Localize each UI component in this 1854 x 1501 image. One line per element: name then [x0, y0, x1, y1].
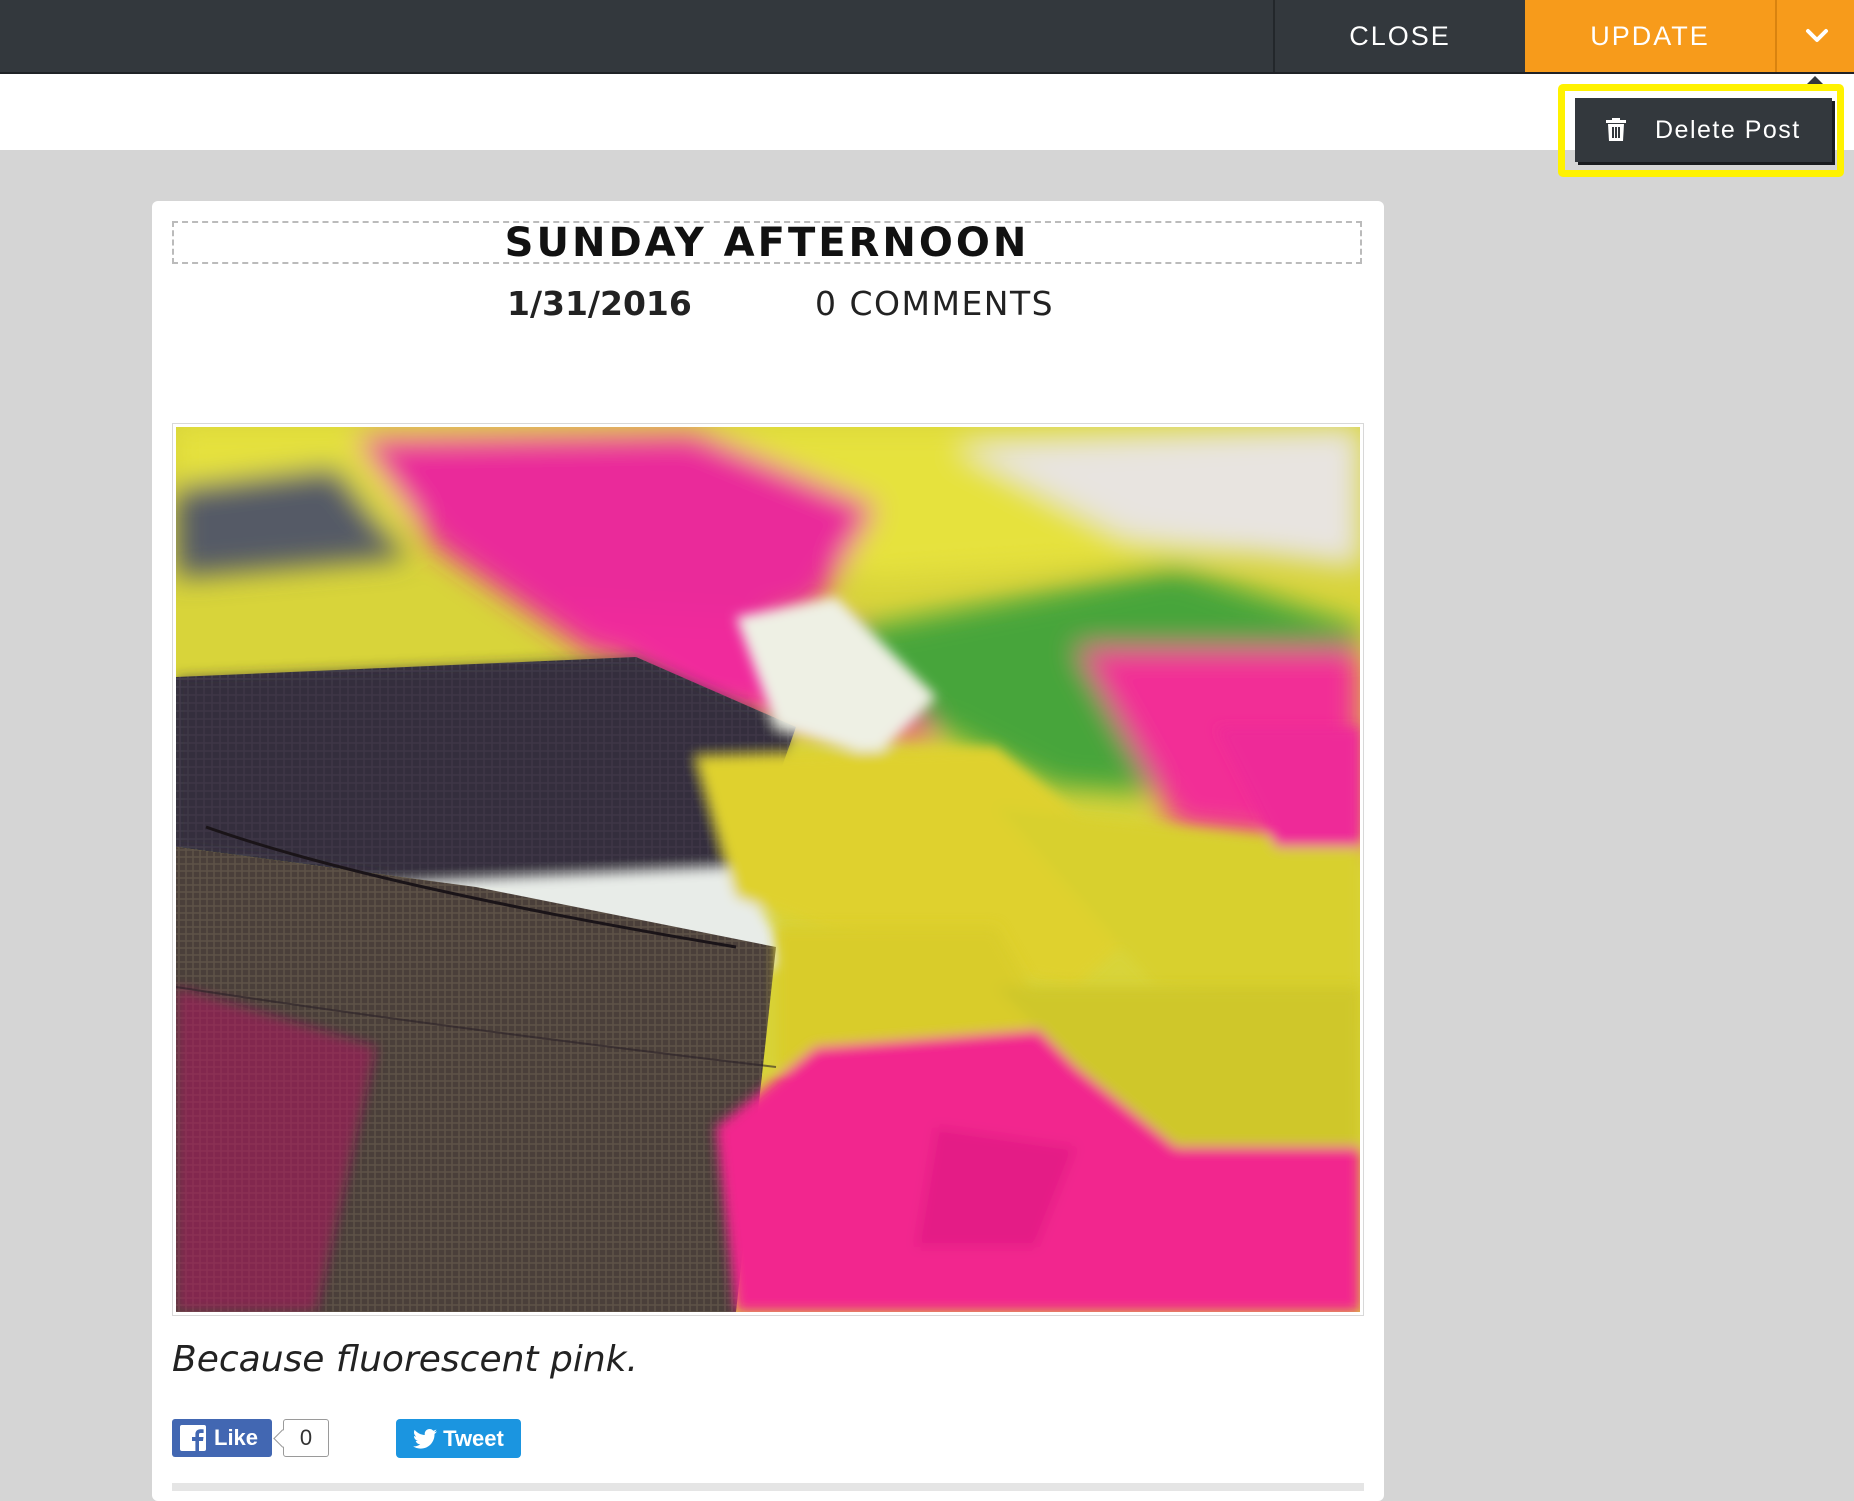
facebook-like-label: Like — [214, 1425, 259, 1450]
delete-post-button[interactable]: Delete Post — [1575, 98, 1832, 162]
post-image[interactable] — [172, 423, 1364, 1316]
post-title-editable[interactable]: SUNDAY AFTERNOON — [172, 221, 1362, 264]
facebook-like-count: 0 — [283, 1419, 329, 1457]
facebook-icon — [180, 1425, 206, 1451]
chevron-down-icon — [1805, 29, 1828, 42]
facebook-like-button[interactable]: Like — [172, 1419, 272, 1457]
top-toolbar: CLOSE UPDATE — [0, 0, 1854, 74]
trash-icon — [1605, 118, 1627, 142]
close-button[interactable]: CLOSE — [1273, 0, 1525, 72]
blog-post-card: SUNDAY AFTERNOON 1/31/2016 0 COMMENTS Be… — [152, 201, 1384, 1501]
delete-post-label: Delete Post — [1655, 115, 1801, 144]
image-caption: Because fluorescent pink. — [172, 1339, 638, 1380]
post-comments-link[interactable]: 0 COMMENTS — [815, 284, 1054, 323]
post-date: 1/31/2016 — [507, 284, 692, 323]
post-title: SUNDAY AFTERNOON — [504, 219, 1030, 266]
update-button[interactable]: UPDATE — [1525, 0, 1775, 72]
abstract-paint-photo — [176, 427, 1360, 1312]
tweet-button[interactable]: Tweet — [396, 1419, 521, 1458]
twitter-bird-icon — [413, 1428, 438, 1449]
tweet-label: Tweet — [443, 1425, 504, 1451]
update-options-button[interactable] — [1775, 0, 1854, 72]
